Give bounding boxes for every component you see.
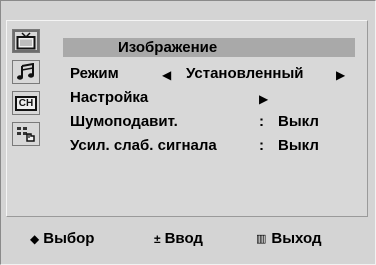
mode-right-arrow-icon[interactable]: ▶ [336,66,345,84]
weak-signal-label: Усил. слаб. сигнала [70,137,217,154]
channel-icon-label: CH [14,95,38,111]
footer-select: ◆ Выбор [30,230,94,247]
menu-title: Изображение [118,39,218,56]
mode-left-arrow-icon[interactable]: ◀ [162,66,171,84]
setting-right-arrow-icon[interactable]: ▶ [259,90,268,108]
enter-icon: ± [154,231,161,246]
menu-category-sidebar: CH [12,29,42,153]
tv-picture-icon[interactable] [12,29,40,53]
exit-label: Выход [271,230,322,247]
noise-reduction-separator: : [259,113,264,130]
footer-help-bar: ◆ Выбор ± Ввод ▥ Выход [6,227,366,252]
channel-icon[interactable]: CH [12,91,40,115]
noise-reduction-label: Шумоподавит. [70,113,178,130]
setting-label: Настройка [70,89,149,106]
noise-reduction-value: Выкл [278,113,319,130]
music-note-icon[interactable] [12,60,40,84]
weak-signal-separator: : [259,137,264,154]
setup-icon[interactable] [12,122,40,146]
footer-exit: ▥ Выход [256,230,322,247]
menu-exit-icon: ▥ [256,233,266,245]
weak-signal-value: Выкл [278,137,319,154]
enter-label: Ввод [164,230,203,247]
footer-enter: ± Ввод [154,230,203,247]
select-label: Выбор [43,230,95,247]
mode-label: Режим [70,65,119,82]
select-updown-icon: ◆ [30,231,40,246]
mode-value: Установленный [186,65,304,82]
